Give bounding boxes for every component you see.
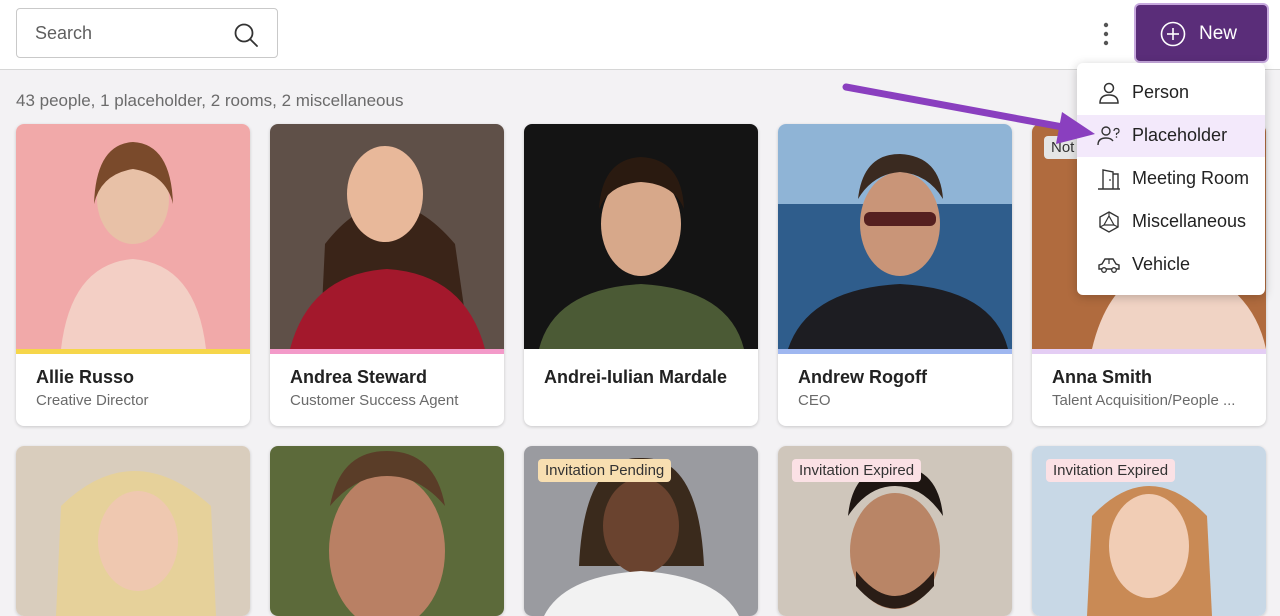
- status-badge: Invitation Expired: [792, 459, 922, 482]
- card-color-stripe: [524, 349, 758, 354]
- new-button[interactable]: New: [1136, 5, 1267, 61]
- menu-item-label: Meeting Room: [1132, 168, 1250, 188]
- person-name: Andrea Steward: [290, 367, 428, 387]
- new-dropdown-menu: Person Placeholder Meeting Room Miscella…: [1077, 63, 1265, 295]
- person-photo: [270, 446, 504, 616]
- person-role: Customer Success Agent: [290, 392, 459, 409]
- person-card[interactable]: Invitation Expired: [778, 446, 1012, 616]
- person-name: Anna Smith: [1052, 367, 1153, 387]
- person-card[interactable]: Andrea Steward Customer Success Agent: [270, 124, 504, 426]
- menu-item-placeholder[interactable]: Placeholder: [1077, 115, 1265, 157]
- menu-item-label: Vehicle: [1132, 254, 1191, 274]
- plus-circle-icon: [1160, 21, 1186, 47]
- person-role: Talent Acquisition/People ...: [1052, 392, 1236, 409]
- menu-item-label: Miscellaneous: [1132, 211, 1247, 231]
- person-name: Andrew Rogoff: [798, 367, 927, 387]
- status-badge: Invitation Pending: [538, 459, 672, 482]
- person-card[interactable]: Andrew Rogoff CEO: [778, 124, 1012, 426]
- vehicle-icon: [1098, 258, 1120, 273]
- menu-item-label: Placeholder: [1132, 125, 1228, 145]
- card-color-stripe: [270, 349, 504, 354]
- person-photo: [270, 124, 504, 349]
- person-card[interactable]: Allie Russo Creative Director: [16, 124, 250, 426]
- directory-summary: 43 people, 1 placeholder, 2 rooms, 2 mis…: [16, 91, 404, 110]
- person-photo: [778, 124, 1012, 349]
- placeholder-person-icon: [1097, 126, 1120, 146]
- person-photo: [16, 446, 250, 616]
- status-badge: Invitation Expired: [1046, 459, 1176, 482]
- new-button-label: New: [1199, 23, 1238, 44]
- person-name: Andrei-Iulian Mardale: [544, 367, 728, 387]
- person-card[interactable]: [270, 446, 504, 616]
- person-card[interactable]: Andrei-Iulian Mardale: [524, 124, 758, 426]
- more-options-icon[interactable]: [1094, 18, 1118, 50]
- miscellaneous-icon: [1099, 211, 1119, 233]
- search-input[interactable]: [35, 21, 225, 45]
- menu-item-meeting-room[interactable]: Meeting Room: [1077, 158, 1265, 200]
- person-name: Allie Russo: [36, 367, 135, 387]
- search-icon[interactable]: [233, 22, 259, 48]
- menu-item-label: Person: [1132, 82, 1190, 102]
- person-card[interactable]: Invitation Expired: [1032, 446, 1266, 616]
- card-color-stripe: [1032, 349, 1266, 354]
- menu-item-miscellaneous[interactable]: Miscellaneous: [1077, 201, 1265, 243]
- card-color-stripe: [16, 349, 250, 354]
- person-icon: [1099, 82, 1119, 104]
- person-card[interactable]: [16, 446, 250, 616]
- status-badge: Not: [1044, 136, 1082, 159]
- person-role: Creative Director: [36, 392, 149, 409]
- person-photo: [524, 124, 758, 349]
- menu-item-vehicle[interactable]: Vehicle: [1077, 244, 1265, 286]
- menu-item-person[interactable]: Person: [1077, 72, 1265, 114]
- card-color-stripe: [778, 349, 1012, 354]
- person-role: CEO: [798, 392, 831, 409]
- top-bar: New: [0, 0, 1280, 70]
- person-card[interactable]: Invitation Pending: [524, 446, 758, 616]
- search-box[interactable]: [16, 8, 278, 58]
- meeting-room-icon: [1098, 169, 1120, 190]
- person-photo: [16, 124, 250, 349]
